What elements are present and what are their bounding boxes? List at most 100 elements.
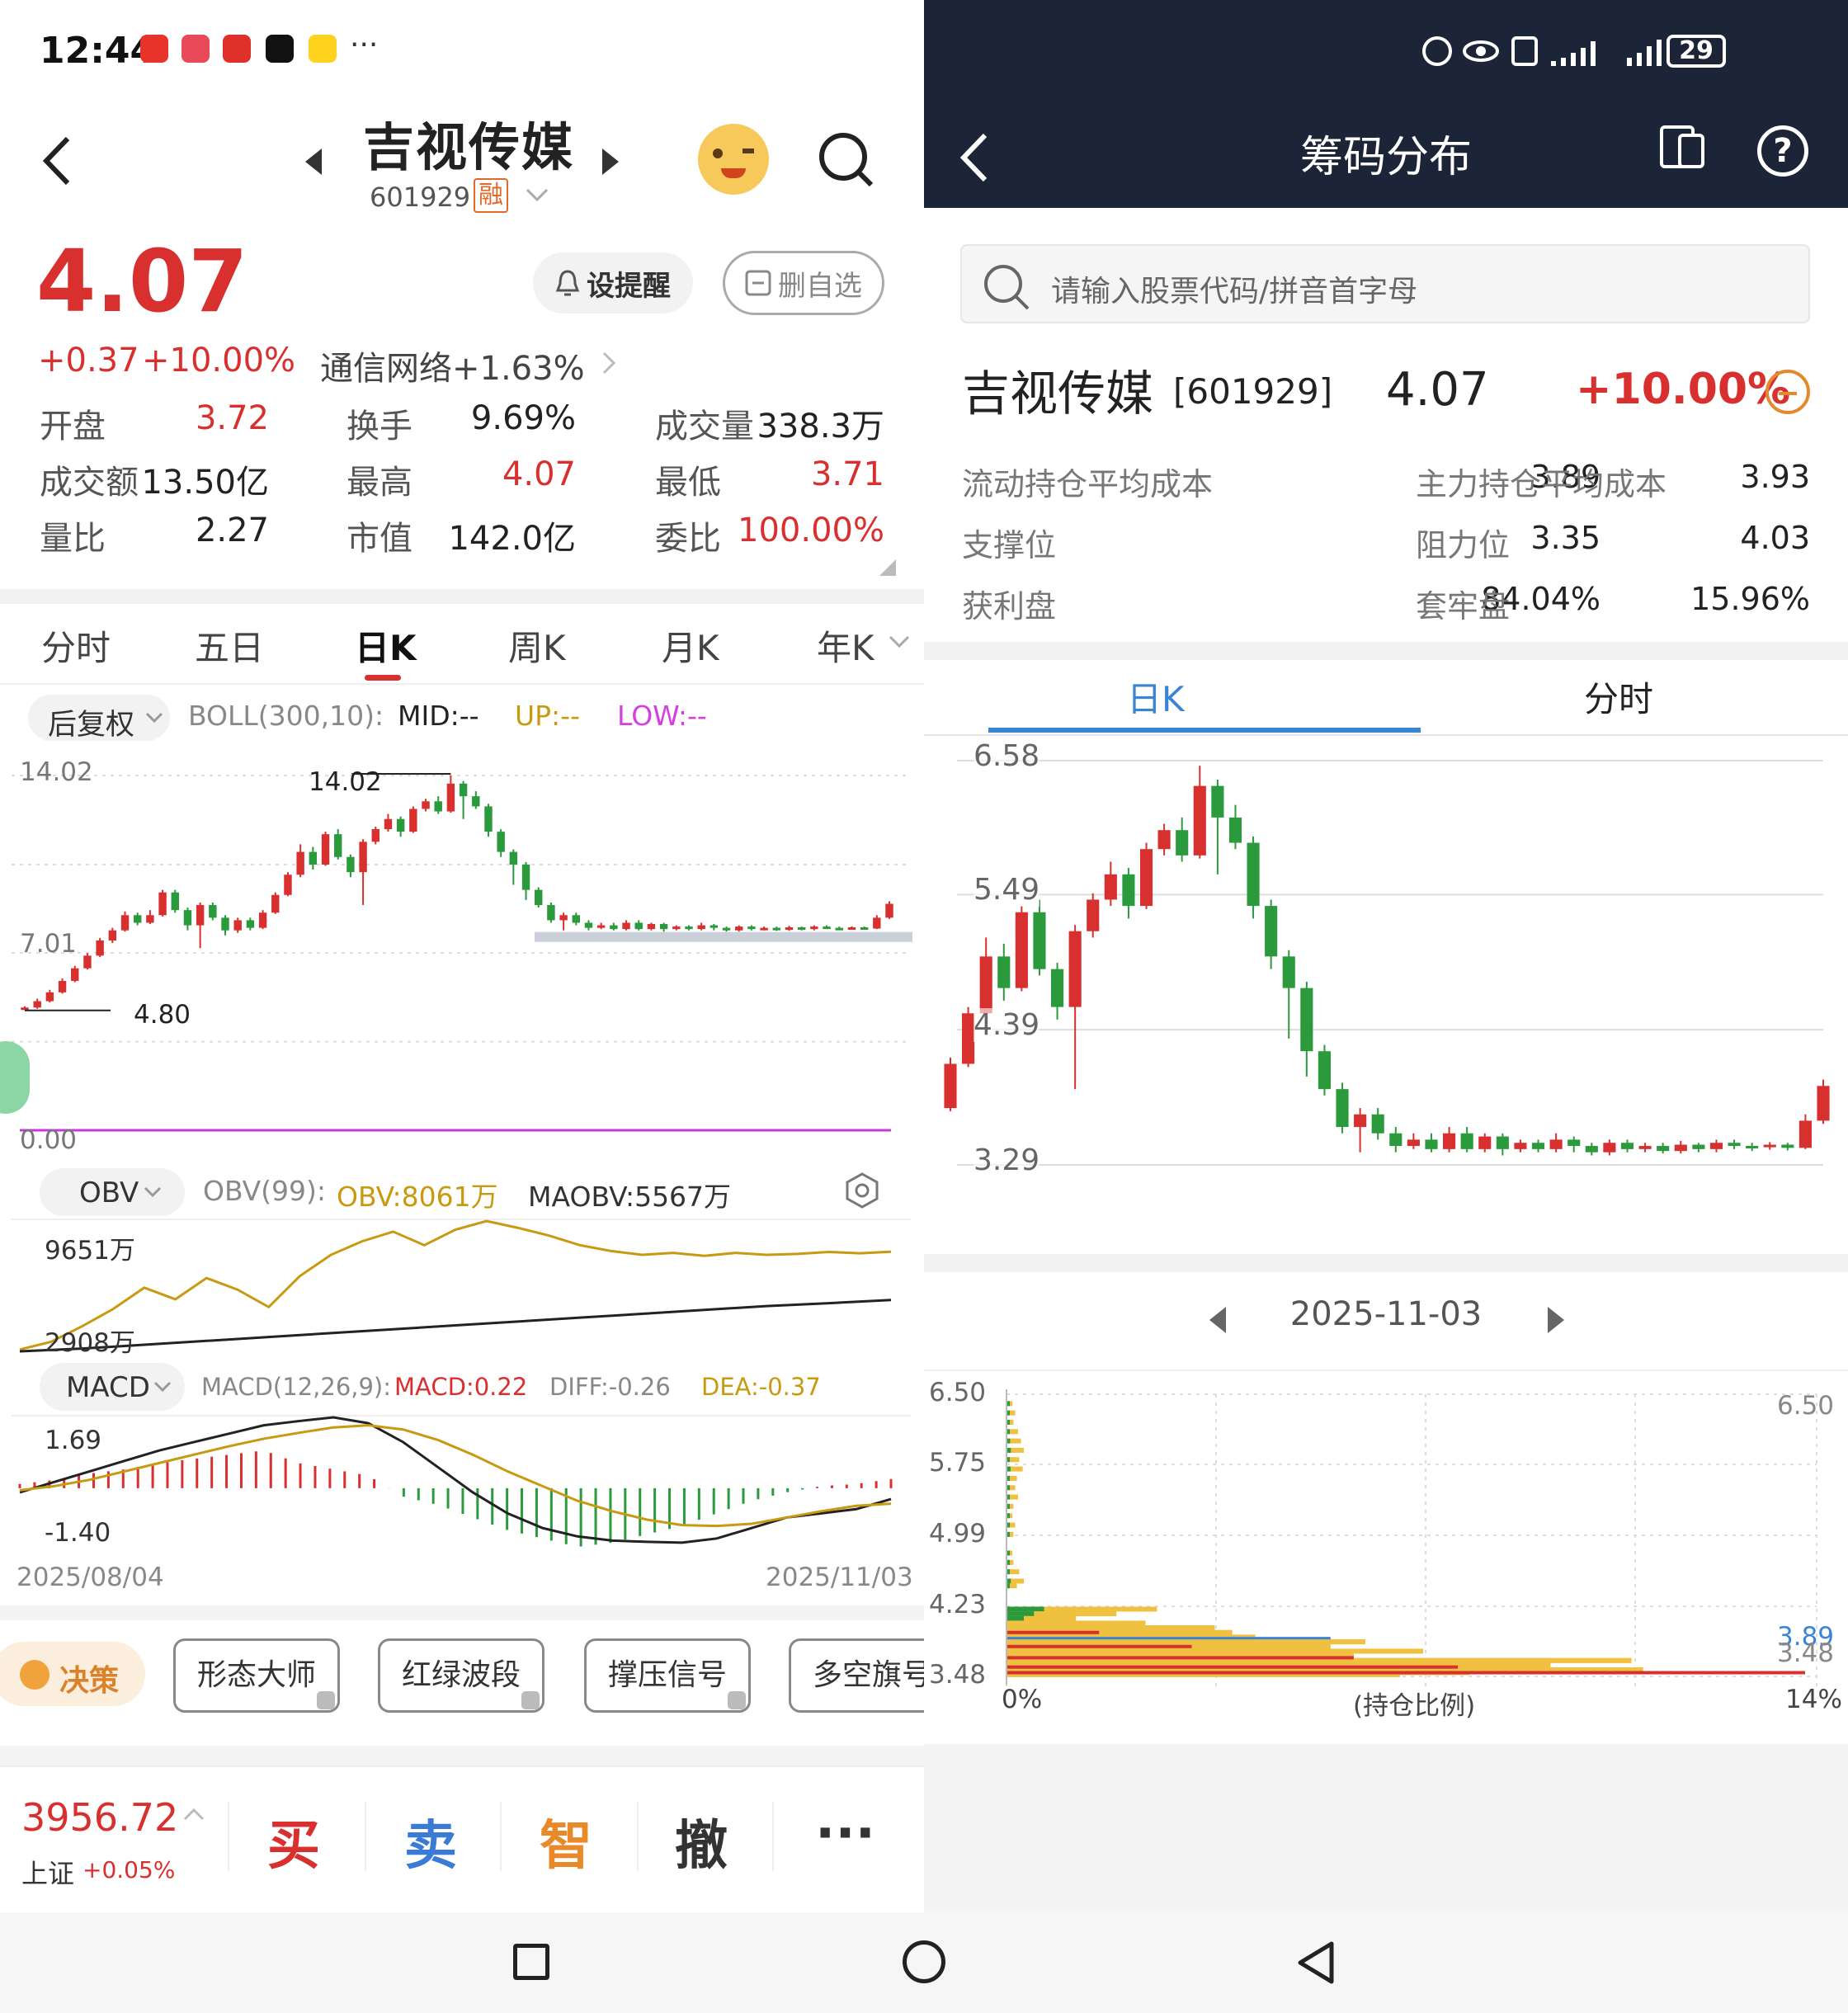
remove-watchlist-label: 删自选 [778, 269, 862, 303]
tab-2[interactable]: 日K [355, 620, 417, 671]
chip-pct: +10.00% [1576, 365, 1791, 414]
chip-distribution-chart[interactable] [924, 1371, 1848, 1718]
remove-watchlist-button[interactable]: 删自选 [723, 251, 884, 315]
expand-corner-icon[interactable] [879, 559, 896, 576]
candle [1228, 817, 1242, 843]
tab-intraday[interactable]: 分时 [1584, 672, 1653, 722]
tab-1[interactable]: 五日 [195, 620, 264, 671]
candle [346, 856, 355, 873]
next-stock-button[interactable] [599, 147, 622, 177]
candle [497, 832, 505, 852]
tool-0[interactable]: 形态大师 [173, 1638, 340, 1713]
search-button[interactable] [817, 130, 876, 190]
obv-selector[interactable]: OBV [40, 1168, 185, 1216]
candle [1193, 785, 1206, 856]
sector-link[interactable]: 通信网络+1.63% [320, 342, 585, 389]
settings-icon[interactable] [843, 1172, 881, 1209]
nfc-icon [1511, 36, 1538, 66]
floating-assistant-icon[interactable] [0, 1041, 30, 1114]
chip-dist-y-label: 3.48 [929, 1660, 987, 1690]
stat-label: 套牢盘 [1416, 588, 1511, 625]
date-end: 2025/11/03 [766, 1563, 913, 1592]
boll-up: UP:-- [515, 700, 580, 732]
candle [1122, 874, 1135, 907]
candle [722, 927, 731, 931]
trade-4[interactable]: ··· [815, 1803, 875, 1864]
candle [634, 922, 643, 930]
candle [233, 920, 242, 931]
chevron-down-icon[interactable] [525, 185, 549, 205]
candle [962, 1013, 975, 1064]
search-field[interactable]: 请输入股票代码/拼音首字母 [960, 244, 1810, 323]
help-icon[interactable]: ? [1757, 125, 1808, 177]
status-more: ··· [350, 28, 379, 62]
candle [1139, 849, 1153, 907]
chip-kline-chart[interactable] [924, 736, 1848, 1231]
quote-value: 13.50亿 [141, 464, 269, 502]
stat-label: 获利盘 [962, 588, 1057, 625]
divider [924, 642, 1848, 660]
candle [158, 892, 167, 916]
chip-date: 2025-11-03 [1289, 1295, 1483, 1333]
candle [209, 905, 217, 918]
app-icon [223, 35, 251, 63]
set-alert-button[interactable]: 设提醒 [533, 252, 693, 314]
index-value[interactable]: 3956.72 [21, 1795, 178, 1840]
empty-area [924, 1744, 1848, 1914]
candle [459, 783, 468, 797]
diff-value: DIFF:-0.26 [549, 1373, 671, 1401]
index-name: 上证 [21, 1858, 75, 1889]
chevron-right-icon [601, 350, 617, 376]
kline-chart[interactable] [0, 742, 924, 1568]
chip-price: 4.07 [1386, 363, 1489, 417]
home-icon[interactable] [903, 1940, 945, 1983]
obv-y-top: 9651万 [45, 1236, 135, 1266]
mascot-icon[interactable] [698, 124, 769, 195]
tool-1[interactable]: 红绿波段 [378, 1638, 544, 1713]
tab-daily-k[interactable]: 日K [1127, 672, 1185, 722]
candle [1674, 1144, 1687, 1152]
recent-apps-icon[interactable] [513, 1944, 549, 1980]
chip-dist-y-label: 4.23 [929, 1590, 987, 1620]
candle [1603, 1143, 1616, 1153]
tool-2[interactable]: 撑压信号 [584, 1638, 751, 1713]
tab-3[interactable]: 周K [508, 620, 566, 671]
candle [1068, 931, 1082, 1007]
candle [785, 927, 794, 931]
adjust-selector[interactable]: 后复权 [28, 695, 170, 742]
chevron-down-icon[interactable] [888, 634, 911, 650]
candle [1300, 988, 1313, 1052]
candle [1531, 1143, 1545, 1149]
macd-selector[interactable]: MACD [40, 1363, 185, 1411]
macd-y-bottom: -1.40 [45, 1518, 111, 1548]
back-button[interactable] [40, 132, 76, 190]
adjust-label: 后复权 [48, 709, 135, 742]
switch-stock-icon[interactable] [1658, 124, 1708, 170]
chevron-down-icon [153, 1381, 172, 1393]
chip-bar [1006, 1625, 1215, 1631]
back-nav-icon[interactable] [1295, 1940, 1336, 1985]
candle [309, 851, 318, 865]
candle [1692, 1144, 1705, 1149]
decision-button[interactable]: 决策 [0, 1642, 145, 1706]
chip-bar-red [1006, 1656, 1354, 1660]
trade-1[interactable]: 卖 [404, 1803, 457, 1879]
candle [1460, 1133, 1473, 1149]
trade-2[interactable]: 智 [540, 1803, 592, 1879]
battery-icon: 29 [1666, 35, 1726, 68]
chip-bar [1006, 1648, 1424, 1654]
trade-3[interactable]: 撤 [675, 1803, 728, 1879]
tab-0[interactable]: 分时 [41, 620, 111, 671]
tab-5[interactable]: 年K [817, 620, 874, 671]
price-change-pct: +10.00% [142, 342, 296, 380]
chip-kline-y-label: 5.49 [974, 873, 1040, 908]
trade-0[interactable]: 买 [267, 1803, 320, 1879]
stat-label: 阻力位 [1416, 527, 1511, 563]
obv-y-bottom: 2908万 [45, 1328, 135, 1358]
stat-label: 流动持仓平均成本 [962, 466, 1214, 502]
chevron-up-icon[interactable] [183, 1807, 205, 1822]
next-date-button[interactable] [1544, 1305, 1568, 1335]
prev-stock-button[interactable] [302, 147, 325, 177]
tab-4[interactable]: 月K [662, 620, 719, 671]
remove-icon[interactable] [1766, 370, 1810, 414]
